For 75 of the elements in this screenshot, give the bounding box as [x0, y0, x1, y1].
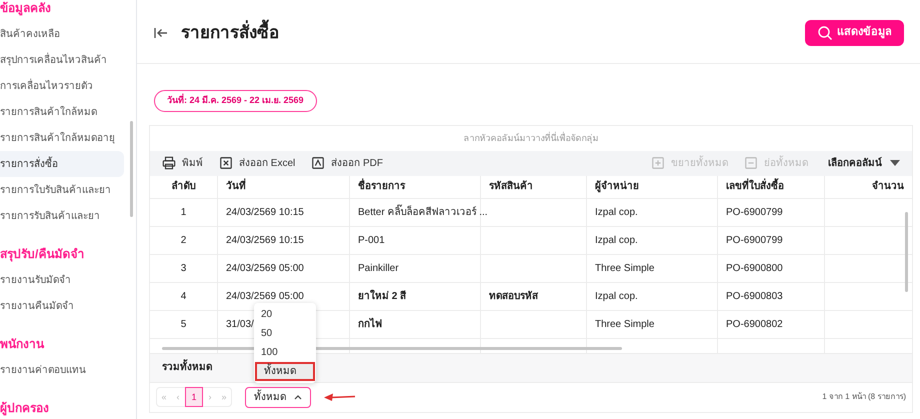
table-cell-text: PO-6900799: [726, 234, 783, 248]
page-size-option[interactable]: 20: [254, 304, 316, 324]
toolbar-button[interactable]: ส่งออก Excel: [219, 156, 296, 171]
scrollbar-thumb[interactable]: [130, 121, 133, 217]
sidebar-item[interactable]: รายการสินค้าใกล้หมด: [0, 99, 124, 125]
sidebar-item[interactable]: รายการใบรับสินค้าและยา: [0, 177, 124, 203]
table-cell-text: 1: [180, 206, 186, 220]
minus-box-icon: [744, 156, 758, 170]
table-cell-text: Three Simple: [595, 262, 654, 276]
sidebar-item[interactable]: รายงานรับมัดจำ: [0, 267, 124, 293]
page-size-select[interactable]: ทั้งหมด: [245, 386, 311, 408]
sidebar-item[interactable]: การเคลื่อนไหวรายตัว: [0, 73, 124, 99]
table-cell: Better คลิ๊บล็อคสีฟลาวเวอร์ ...: [358, 204, 488, 220]
page-button[interactable]: 1: [185, 387, 203, 408]
pdf-file-icon: [311, 156, 326, 170]
sidebar-item[interactable]: รายการสั่งซื้อ: [0, 151, 124, 177]
printer-icon: [162, 156, 176, 170]
sidebar-item[interactable]: สินค้าคงเหลือ: [0, 21, 124, 47]
table-cell: กกไฟ: [358, 316, 382, 332]
table-cell-text: PO-6900802: [726, 318, 783, 332]
table-cell-text: 24/03/2569 05:00: [226, 262, 304, 276]
table-cell: ยาใหม่ 2 สี: [358, 288, 406, 304]
table-cell-text: Izpal cop.: [595, 290, 638, 304]
chevron-up-icon: [294, 394, 302, 400]
sidebar-item[interactable]: รายงานคืนมัดจำ: [0, 293, 124, 319]
total-label: รวมทั้งหมด: [162, 360, 212, 376]
column-chooser-button[interactable]: เลือกคอลัมน์: [828, 156, 900, 171]
sidebar-item[interactable]: สรุปการเคลื่อนไหวสินค้า: [0, 47, 124, 73]
page-title: รายการสั่งซื้อ: [181, 20, 279, 46]
search-icon: [817, 24, 833, 40]
page-size-option[interactable]: 50: [254, 324, 316, 343]
sidebar-item[interactable]: รายการรับสินค้าและยา: [0, 203, 124, 229]
excel-file-icon: [219, 156, 233, 170]
sidebar-item[interactable]: รายงานค่าตอบแทน: [0, 357, 124, 383]
plus-box-icon: [651, 156, 665, 170]
table-cell-text: 24/03/2569 10:15: [226, 206, 304, 220]
annotation-arrow: [324, 393, 356, 402]
caret-icon: [890, 159, 900, 168]
table-cell-text: PO-6900800: [726, 262, 783, 276]
column-header[interactable]: เลขที่ใบสั่งซื้อ: [718, 176, 825, 198]
sidebar-section-heading: พนักงาน: [0, 336, 46, 353]
table-cell-text: P-001: [358, 234, 385, 248]
page-size-option[interactable]: 100: [254, 342, 316, 362]
sidebar-item[interactable]: รายการสินค้าใกล้หมดอายุ: [0, 125, 124, 151]
table-cell-text: Three Simple: [595, 318, 654, 332]
pager-info: 1 จาก 1 หน้า (8 รายการ): [822, 391, 906, 404]
table-cell-text: 24/03/2569 10:15: [226, 234, 304, 248]
table-cell-text: Izpal cop.: [595, 234, 638, 248]
column-header[interactable]: วันที่: [218, 176, 350, 198]
page-size-option[interactable]: ทั้งหมด: [255, 362, 315, 381]
table-cell-text: ทดสอบรหัส: [489, 290, 538, 304]
column-header[interactable]: ลำดับ: [150, 176, 218, 198]
table-cell-text: PO-6900799: [726, 206, 783, 220]
table-cell-text: 24/03/2569 05:00: [226, 290, 304, 304]
toolbar-button[interactable]: พิมพ์: [162, 156, 203, 171]
column-header[interactable]: ผู้จำหน่าย: [587, 176, 718, 198]
column-header[interactable]: รหัสสินค้า: [481, 176, 587, 198]
table-cell-text: PO-6900803: [726, 290, 783, 304]
column-header[interactable]: จำนวน: [825, 176, 912, 198]
table-cell-text: 3: [180, 262, 186, 276]
table-cell-text: Painkiller: [358, 262, 399, 276]
vertical-scrollbar-thumb[interactable]: [905, 212, 908, 292]
column-header[interactable]: ชื่อรายการ: [350, 176, 481, 198]
table-cell-text: 2: [180, 234, 186, 248]
table-cell-text: 4: [180, 290, 186, 304]
table-cell-text: Izpal cop.: [595, 206, 638, 220]
toolbar-button[interactable]: ส่งออก PDF: [311, 156, 384, 171]
date-filter-chip[interactable]: วันที่: 24 มี.ค. 2569 - 22 เม.ย. 2569: [154, 90, 317, 112]
group-panel-hint: ลากหัวคอลัมน์มาวางที่นี่เพื่อจัดกลุ่ม: [462, 130, 600, 146]
table-cell-text: 31/03/: [226, 318, 254, 332]
show-data-button[interactable]: แสดงข้อมูล: [805, 20, 904, 46]
table-cell-text: 5: [180, 318, 186, 332]
sidebar-section-heading: ข้อมูลคลัง: [0, 0, 52, 18]
sidebar-section-heading: ผู้ปกครอง: [0, 400, 50, 418]
sidebar-section-heading: สรุปรับ/คืนมัดจำ: [0, 246, 86, 264]
